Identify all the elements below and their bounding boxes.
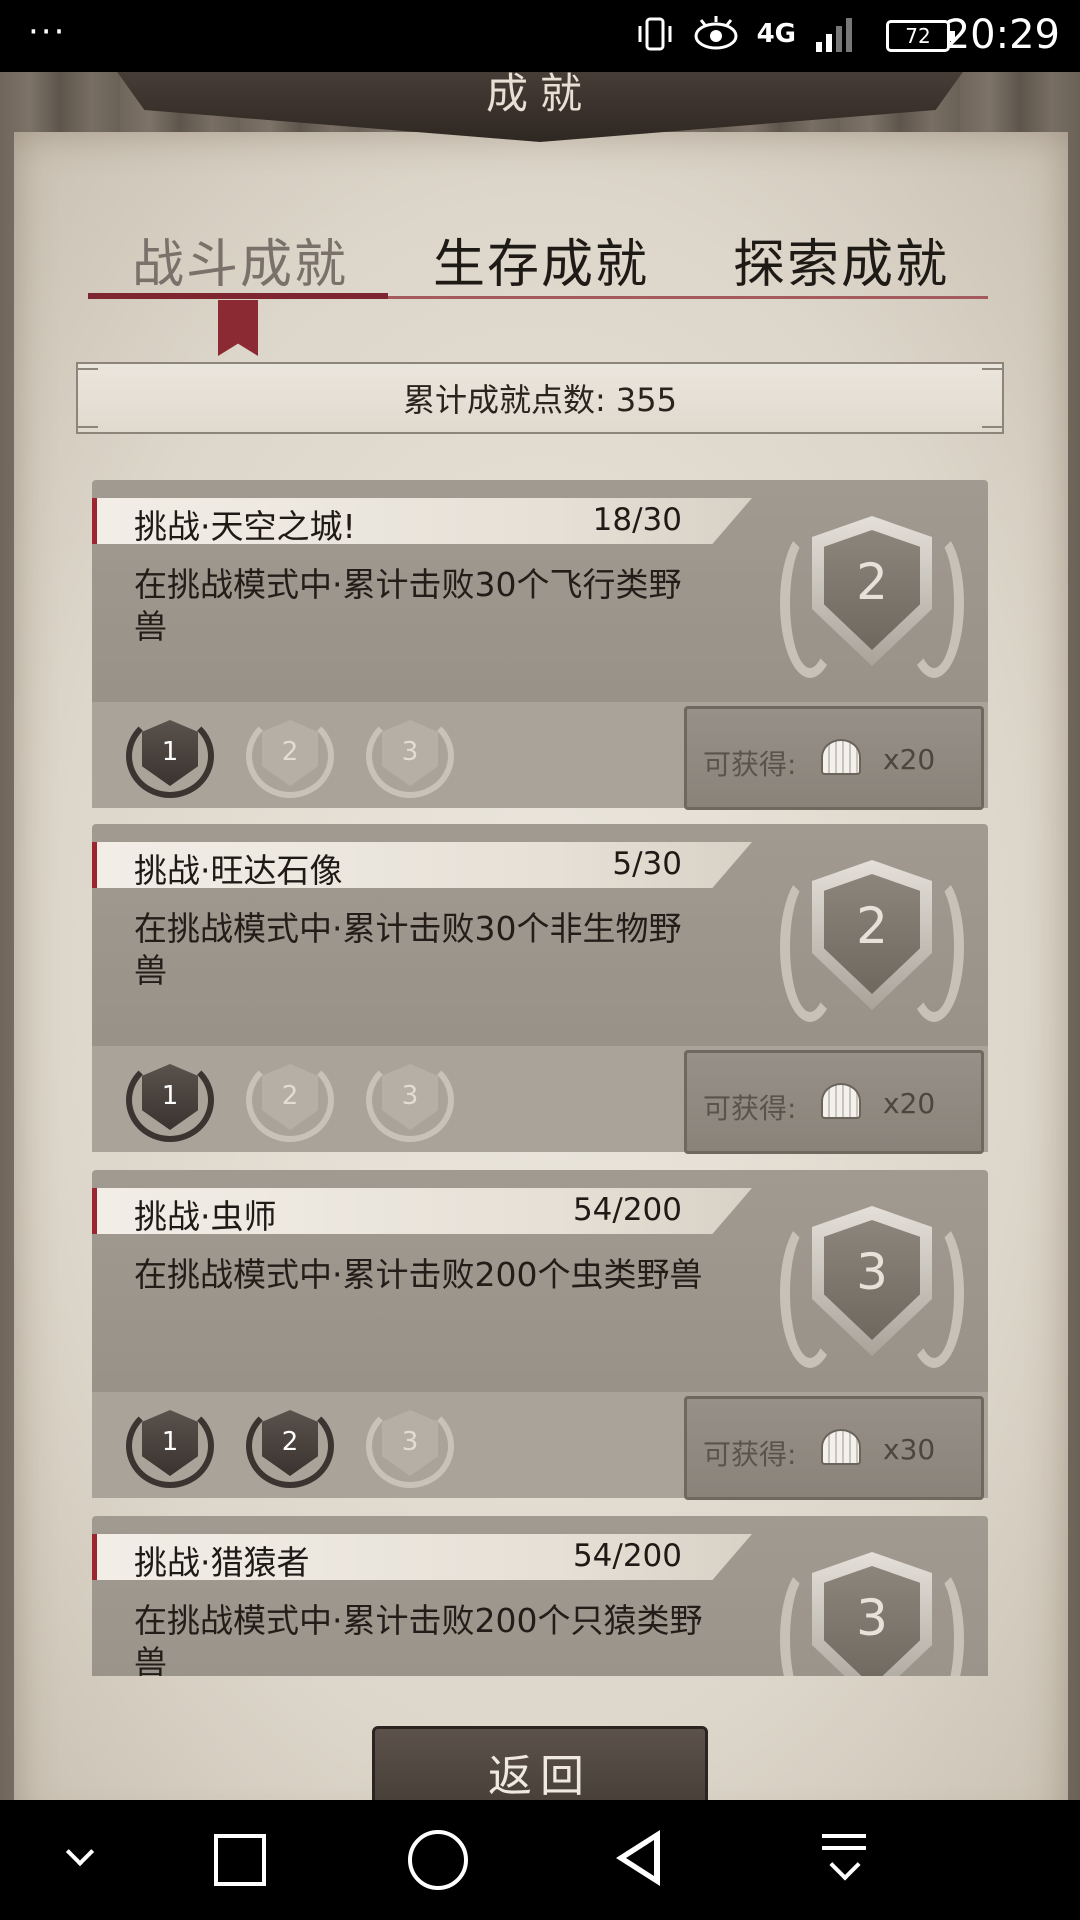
tab-exploration-achievements[interactable]: 探索成就 (733, 222, 949, 297)
battery-icon: 72 (886, 20, 955, 52)
tier-medal-2: 2 (242, 710, 338, 802)
back-button[interactable]: 返回 (372, 1726, 708, 1800)
achievement-description: 在挑战模式中·累计击败30个飞行类野兽 (134, 565, 682, 646)
achievement-progress: 54/200 (572, 1192, 682, 1228)
tier-medal-2: 2 (242, 1054, 338, 1146)
eye-comfort-icon (694, 16, 738, 50)
shell-icon (821, 1429, 861, 1465)
reward-label: 可获得: (703, 1092, 797, 1125)
tier-medal-3: 3 (362, 710, 458, 802)
achievement-name: 挑战·虫师 (134, 1197, 277, 1236)
achievement-description: 在挑战模式中·累计击败200个只猿类野兽 (134, 1601, 703, 1676)
tier-medal-2: 2 (242, 1400, 338, 1492)
level-badge: 2 (772, 852, 972, 1022)
network-4g-label: 4G (756, 19, 796, 49)
notification-pull-icon[interactable] (814, 1828, 878, 1892)
shell-icon (821, 739, 861, 775)
achievements-screen: 成就 战斗成就 生存成就 探索成就 累计成就点数: 355 挑战·天空之城! 1… (0, 72, 1080, 1800)
navigation-bar (0, 1800, 1080, 1920)
level-badge: 3 (772, 1544, 972, 1676)
achievement-card[interactable]: 挑战·虫师 54/200 在挑战模式中·累计击败200个虫类野兽 3 1 2 3… (92, 1170, 988, 1500)
total-points-box: 累计成就点数: 355 (76, 362, 1004, 434)
triangle-back-icon[interactable] (610, 1828, 674, 1892)
reward-amount: x20 (883, 743, 936, 776)
achievement-card[interactable]: 挑战·猎猿者 54/200 在挑战模式中·累计击败200个只猿类野兽 3 1 2… (92, 1516, 988, 1676)
total-points-label: 累计成就点数: 355 (402, 381, 678, 419)
achievement-progress: 18/30 (592, 502, 682, 538)
reward-button[interactable]: 可获得: x30 (684, 1396, 984, 1500)
signal-icon (816, 18, 852, 52)
reward-amount: x30 (883, 1433, 936, 1466)
reward-button[interactable]: 可获得: x20 (684, 1050, 984, 1154)
reward-button[interactable]: 可获得: x20 (684, 706, 984, 810)
achievement-description: 在挑战模式中·累计击败30个非生物野兽 (134, 909, 682, 990)
reward-label: 可获得: (703, 1438, 797, 1471)
shell-icon (821, 1083, 861, 1119)
achievement-description: 在挑战模式中·累计击败200个虫类野兽 (134, 1255, 703, 1294)
tab-active-underline (88, 293, 388, 299)
chevron-down-icon[interactable] (52, 1828, 116, 1892)
level-badge: 2 (772, 508, 972, 678)
circle-home-icon[interactable] (406, 1828, 470, 1892)
achievement-card[interactable]: 挑战·天空之城! 18/30 在挑战模式中·累计击败30个飞行类野兽 2 1 2… (92, 480, 988, 810)
level-badge: 3 (772, 1198, 972, 1368)
achievement-name: 挑战·天空之城! (134, 507, 356, 546)
achievement-list[interactable]: 挑战·天空之城! 18/30 在挑战模式中·累计击败30个飞行类野兽 2 1 2… (92, 480, 988, 1676)
screen-title: 成就 (485, 72, 594, 118)
vibrate-icon (638, 17, 672, 51)
tier-medal-1: 1 (122, 710, 218, 802)
tab-survival-achievements[interactable]: 生存成就 (433, 222, 649, 297)
status-bar: ··· 4G 72 20:29 (0, 0, 1080, 72)
tier-medal-1: 1 (122, 1054, 218, 1146)
frame-corner-right (982, 368, 1004, 428)
square-recents-icon[interactable] (208, 1828, 272, 1892)
achievement-progress: 54/200 (572, 1538, 682, 1574)
achievement-progress: 5/30 (612, 846, 682, 882)
status-icons: 4G (635, 14, 858, 54)
tab-combat-achievements[interactable]: 战斗成就 (132, 222, 348, 297)
reward-label: 可获得: (703, 748, 797, 781)
frame-corner-left (76, 368, 98, 428)
reward-amount: x20 (883, 1087, 936, 1120)
achievement-card[interactable]: 挑战·旺达石像 5/30 在挑战模式中·累计击败30个非生物野兽 2 1 2 3… (92, 824, 988, 1154)
tier-medal-1: 1 (122, 1400, 218, 1492)
achievement-name: 挑战·猎猿者 (134, 1543, 310, 1582)
tier-medal-3: 3 (362, 1400, 458, 1492)
menu-dots[interactable]: ··· (28, 12, 66, 52)
tier-medal-3: 3 (362, 1054, 458, 1146)
clock: 20:29 (944, 12, 1060, 58)
achievement-name: 挑战·旺达石像 (134, 851, 343, 890)
